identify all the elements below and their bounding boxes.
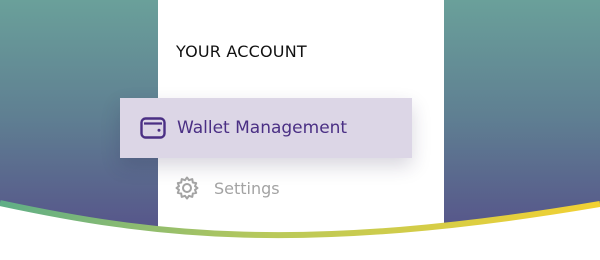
menu-item-label: Settings	[214, 178, 280, 198]
wallet-icon	[140, 117, 166, 139]
menu-item-wallet-management[interactable]: Wallet Management	[120, 98, 412, 158]
gear-icon	[174, 175, 200, 201]
menu-item-settings[interactable]: Settings	[174, 175, 280, 201]
menu-item-label: Wallet Management	[177, 118, 348, 138]
